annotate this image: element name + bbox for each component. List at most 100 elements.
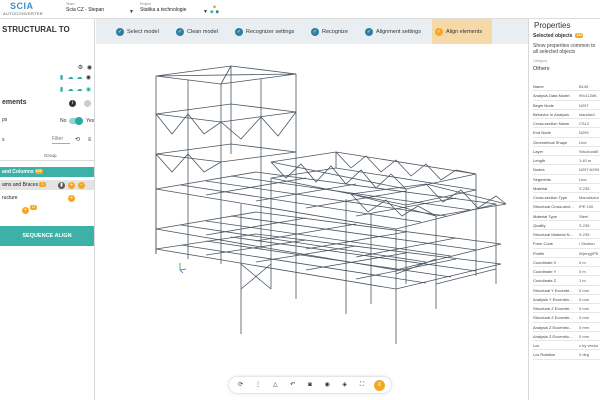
property-row[interactable]: End Node N299 [533, 128, 600, 138]
toggle-knob[interactable] [75, 117, 83, 125]
property-value: 0 mm [579, 287, 589, 293]
property-key: Structural Cross-sect... [533, 204, 574, 210]
property-row[interactable]: Material Type Steel [533, 212, 600, 221]
property-row[interactable]: Profile W(eng)IPE [533, 249, 600, 258]
3d-viewport[interactable] [96, 44, 528, 400]
property-row[interactable]: Quality S 235 [533, 221, 600, 230]
undo-icon[interactable]: ↶ [287, 380, 298, 391]
project-value: Statika a technologie [140, 7, 187, 13]
step-align-elements[interactable]: ✓ Align elements [432, 19, 492, 44]
property-value: 0 mm [579, 324, 589, 330]
step-recognize[interactable]: ✓ Recognize [308, 24, 351, 39]
add-icon[interactable]: + [68, 194, 75, 202]
property-key: Structural Y Eccentri... [533, 287, 573, 293]
eye-icon[interactable]: ◉ [86, 64, 93, 71]
layers-icon[interactable]: ◈ [339, 380, 350, 391]
rotate-view-icon[interactable]: ⟳ [235, 380, 246, 391]
property-key: Segments [533, 176, 552, 182]
count-badge: 12 [30, 205, 37, 210]
fullscreen-icon[interactable]: ⛶ [356, 380, 367, 391]
property-value: S 235 [579, 185, 590, 191]
step-alignment-settings[interactable]: ✓ Alignment settings [362, 24, 424, 39]
delete-icon[interactable]: ▮ [58, 86, 65, 93]
property-row[interactable]: Layer StructuralE [533, 147, 600, 156]
filter-input[interactable] [52, 135, 70, 144]
add-icon[interactable]: + [68, 181, 75, 189]
properties-title: Properties [534, 21, 571, 30]
group-label: ams and Braces 1 [2, 182, 47, 188]
history-icon[interactable]: ⟲ [74, 136, 81, 143]
sequence-align-button[interactable]: SEQUENCE ALIGN [0, 226, 94, 246]
step-select-model[interactable]: ✓ Select model [113, 24, 162, 39]
property-row[interactable]: Analysis Y Eccentric... 0 mm [533, 295, 600, 304]
cloud-download-icon[interactable]: ☁ [67, 86, 74, 93]
group-name: ructure [2, 195, 18, 201]
property-key: Quality [533, 222, 546, 228]
property-row[interactable]: Length 1.40 m [533, 156, 600, 166]
share-icon[interactable] [210, 5, 219, 14]
delete-icon[interactable]: ▮ [58, 181, 65, 189]
property-row[interactable]: Cross-section Type Manufactur [533, 193, 600, 203]
camera-icon[interactable]: ◙ [304, 380, 315, 391]
show-common-properties[interactable]: Show properties common to all selected o… [533, 43, 600, 55]
group-row-columns[interactable]: and Columns 103 [0, 167, 94, 177]
chevron-down-icon: ▼ [203, 9, 208, 15]
cloud-upload-icon[interactable]: ☁ [76, 86, 83, 93]
delete-icon[interactable]: ▮ [58, 74, 65, 81]
structure-model[interactable] [96, 44, 528, 400]
project-select[interactable]: Project Statika a technologie ▼ [140, 2, 208, 17]
property-row[interactable]: Structural Z Eccentri... 0 mm [533, 304, 600, 314]
filter-icon[interactable]: ≡ [373, 379, 385, 391]
property-row[interactable]: Name B145 [533, 82, 600, 92]
cloud-download-icon[interactable]: ☁ [67, 74, 74, 81]
cloud-upload-icon[interactable]: ☁ [76, 74, 83, 81]
team-select[interactable]: Team Scia CZ - Stepan ▼ [66, 2, 134, 17]
property-value: standard [579, 111, 595, 117]
settings-icon[interactable]: ⚙ [77, 64, 84, 71]
tune-icon[interactable]: ≡ [86, 136, 93, 143]
eye-icon[interactable]: ◉ [85, 86, 92, 93]
property-row[interactable]: Begin Node N297 [533, 101, 600, 110]
property-row[interactable]: Cross-section Name CS12 [533, 119, 600, 129]
property-row[interactable]: Material S 235 [533, 184, 600, 193]
property-row[interactable]: Coordinate Z 1 m [533, 276, 600, 286]
property-row[interactable]: Coordinate Y 0 m [533, 267, 600, 277]
step-clean-model[interactable]: ✓ Clean model [173, 24, 221, 39]
toggle-row: ps No Yes [2, 117, 94, 125]
group-row-structure[interactable]: ructure + [0, 193, 94, 203]
category-select[interactable]: Others [533, 66, 550, 72]
property-row[interactable]: Nodes N297;N299 [533, 165, 600, 175]
property-row[interactable]: Form Code I Section [533, 239, 600, 249]
property-row[interactable]: Structural Y Eccentri... 0 mm [533, 286, 600, 295]
property-row[interactable]: Coordinate X 0 m [533, 258, 600, 267]
property-row[interactable]: Analysis Z Eccentric... 0 mm [533, 323, 600, 332]
add-icon[interactable]: + [22, 206, 29, 214]
property-row[interactable]: Structural Material N... S 235 [533, 230, 600, 240]
eye-icon[interactable]: ◉ [85, 74, 92, 81]
check-icon: ✓ [235, 27, 243, 36]
eye-icon[interactable]: ◉ [322, 380, 333, 391]
measure-icon[interactable]: △ [270, 380, 281, 391]
property-row[interactable]: Structural Cross-sect... IPE 100 [533, 202, 600, 212]
left-panel: STRUCTURAL TO ⚙ ◉ ▮ ☁ ☁ ◉ ▮ ☁ ☁ ◉ ements… [0, 19, 95, 400]
more-icon[interactable]: ⋮ [252, 380, 263, 391]
property-row[interactable]: Analysis Data Model 99c113d9- [533, 91, 600, 101]
property-row[interactable]: Lcs Rotation 0 deg [533, 350, 600, 360]
group-row-beams[interactable]: ams and Braces 1 ▮ + − [0, 180, 94, 190]
property-row[interactable]: Structural Z Eccentri... 0 mm [533, 313, 600, 323]
property-row[interactable]: Geometrical Shape Line [533, 138, 600, 147]
info-icon[interactable]: i [69, 100, 76, 107]
property-value: Line [579, 176, 587, 182]
property-key: Coordinate Z [533, 278, 557, 284]
property-row[interactable]: Lcs z by vector [533, 341, 600, 351]
brand-name: SCIA [10, 1, 34, 11]
status-dot-icon [84, 100, 91, 107]
collapse-icon[interactable]: − [78, 181, 85, 189]
property-row[interactable]: Behavior In Analysis standard [533, 110, 600, 119]
step-recognizer-settings[interactable]: ✓ Recognizer settings [232, 24, 297, 39]
property-row[interactable]: Analysis Z Eccentric... 0 mm [533, 332, 600, 341]
step-label: Align elements [446, 28, 483, 35]
properties-panel: Properties Selected objects 103 Show prop… [528, 19, 600, 400]
property-row[interactable]: Segments Line [533, 175, 600, 184]
app-logo[interactable]: SCIA AUTOCONVERTER [3, 1, 45, 18]
